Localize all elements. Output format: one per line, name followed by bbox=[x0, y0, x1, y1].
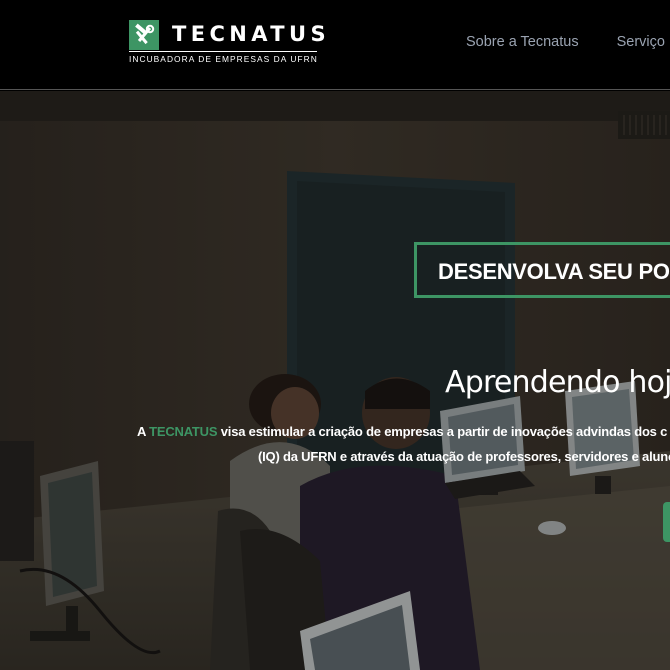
hero-title-box: DESENVOLVA SEU PO bbox=[414, 242, 670, 298]
site-header: TECNATUS INCUBADORA DE EMPRESAS DA UFRN … bbox=[0, 0, 670, 90]
hero-paragraph-highlight: TECNATUS bbox=[149, 424, 218, 439]
logo-divider bbox=[129, 51, 317, 52]
nav-item-servicos[interactable]: Serviço bbox=[617, 33, 665, 51]
hero-paragraph-line-1: A TECNATUS visa estimular a criação de e… bbox=[137, 424, 667, 440]
hero-section: DESENVOLVA SEU PO Aprendendo hoje A TECN… bbox=[0, 91, 670, 670]
hero-paragraph-line-2: (IQ) da UFRN e através da atuação de pro… bbox=[258, 449, 670, 464]
hero-cta-button[interactable] bbox=[663, 502, 670, 542]
hero-paragraph-rest: visa estimular a criação de empresas a p… bbox=[217, 424, 668, 439]
tools-icon bbox=[129, 20, 159, 50]
hero-subtitle: Aprendendo hoje bbox=[445, 365, 670, 400]
hero-title: DESENVOLVA SEU PO bbox=[438, 259, 670, 284]
brand-tagline: INCUBADORA DE EMPRESAS DA UFRN bbox=[129, 54, 318, 64]
logo[interactable]: TECNATUS INCUBADORA DE EMPRESAS DA UFRN bbox=[129, 20, 329, 70]
nav-item-sobre[interactable]: Sobre a Tecnatus bbox=[466, 33, 579, 51]
brand-name: TECNATUS bbox=[172, 22, 330, 46]
main-nav: Sobre a Tecnatus Serviço bbox=[466, 33, 665, 51]
hero-paragraph-prefix: A bbox=[137, 424, 150, 439]
